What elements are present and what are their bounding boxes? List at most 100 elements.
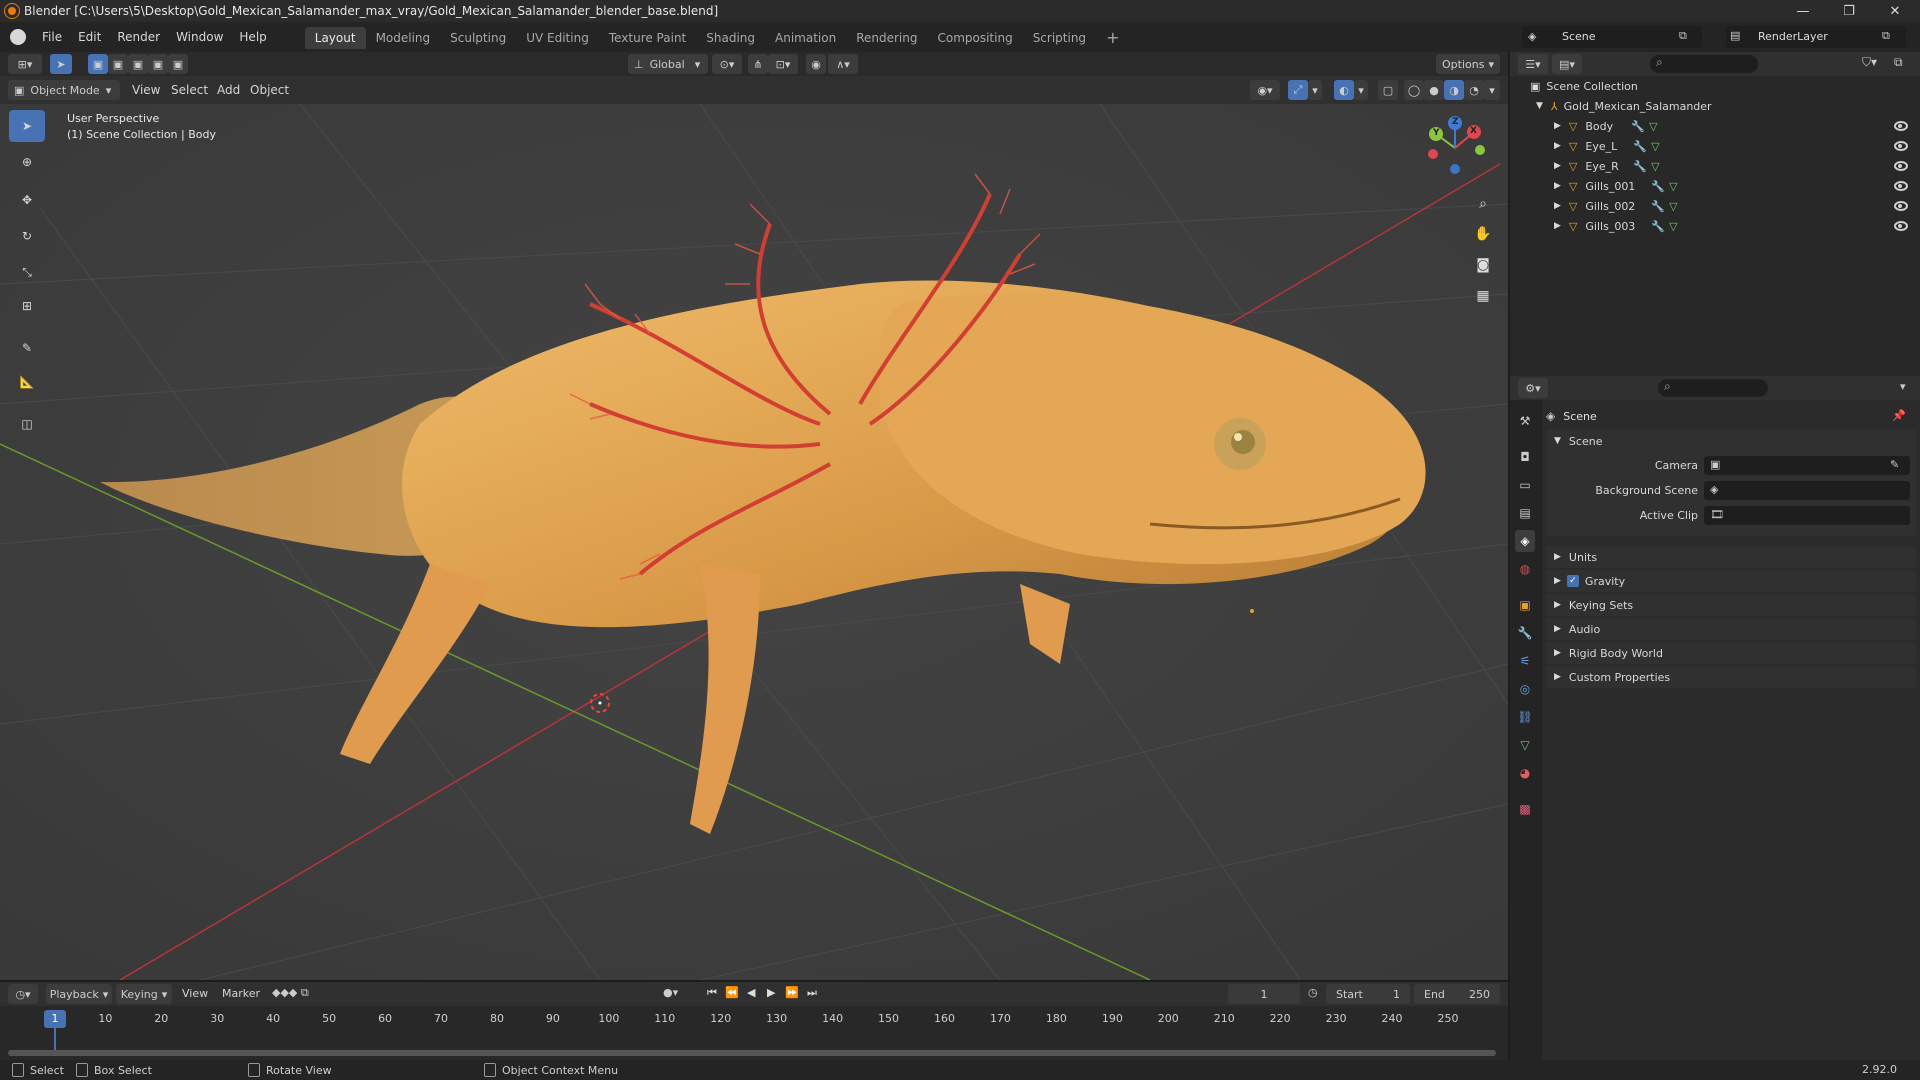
select-mode-extend-icon[interactable]: ▣ bbox=[108, 54, 128, 74]
navigation-gizmo[interactable]: X Y Z bbox=[1422, 114, 1494, 186]
end-frame-field[interactable]: End 250 bbox=[1414, 984, 1500, 1004]
mesh-data-icon[interactable]: ▽ bbox=[1669, 220, 1677, 233]
cursor-tool-icon[interactable]: ⊕ bbox=[9, 146, 45, 178]
tab-texture-paint[interactable]: Texture Paint bbox=[599, 27, 696, 49]
menu-edit[interactable]: Edit bbox=[70, 22, 109, 52]
gizmo-toggle-icon[interactable]: ⤢ bbox=[1288, 80, 1308, 100]
expand-chevron-right-icon[interactable]: ▶ bbox=[1554, 201, 1561, 211]
copy-scene-icon[interactable]: ⧉ bbox=[1679, 29, 1687, 43]
tab-scripting[interactable]: Scripting bbox=[1023, 27, 1096, 49]
select-mode-new-icon[interactable]: ▣ bbox=[88, 54, 108, 74]
tab-uv-editing[interactable]: UV Editing bbox=[516, 27, 599, 49]
play-reverse-icon[interactable]: ◀ bbox=[747, 986, 755, 999]
mesh-data-icon[interactable]: ▽ bbox=[1669, 200, 1677, 213]
data-tab-icon[interactable]: ▽ bbox=[1515, 734, 1535, 756]
play-icon[interactable]: ▶ bbox=[767, 986, 775, 999]
tab-sculpting[interactable]: Sculpting bbox=[440, 27, 516, 49]
viewport-menu-select[interactable]: Select bbox=[171, 83, 208, 97]
visibility-eye-icon[interactable] bbox=[1894, 221, 1908, 231]
modifier-wrench-icon[interactable]: 🔧 bbox=[1651, 200, 1665, 213]
menu-file[interactable]: File bbox=[34, 22, 70, 52]
keying-sets-panel-header[interactable]: ▶ Keying Sets bbox=[1546, 594, 1916, 616]
overlay-toggle-icon[interactable]: ◐ bbox=[1334, 80, 1354, 100]
add-cube-tool-icon[interactable]: ◫ bbox=[9, 408, 45, 440]
mesh-data-icon[interactable]: ▽ bbox=[1651, 140, 1659, 153]
expand-chevron-right-icon[interactable]: ▶ bbox=[1554, 181, 1561, 191]
keying-dropdown[interactable]: Keying ▾ bbox=[116, 984, 172, 1004]
rotate-tool-icon[interactable]: ↻ bbox=[9, 220, 45, 252]
outliner-editor-type-icon[interactable]: ☰▾ bbox=[1518, 54, 1548, 74]
modifier-wrench-icon[interactable]: 🔧 bbox=[1633, 160, 1647, 173]
outliner-object-eye-l[interactable]: ▶ ▽ Eye_L 🔧 ▽ bbox=[1510, 136, 1920, 156]
expand-chevron-right-icon[interactable]: ▶ bbox=[1554, 141, 1561, 151]
jump-start-icon[interactable]: ⏮ bbox=[707, 986, 717, 1000]
current-frame-field[interactable]: 1 bbox=[1228, 984, 1300, 1004]
tab-shading[interactable]: Shading bbox=[696, 27, 765, 49]
move-tool-icon[interactable]: ✥ bbox=[9, 184, 45, 216]
display-mode-icon[interactable]: ▤▾ bbox=[1552, 54, 1582, 74]
units-panel-header[interactable]: ▶ Units bbox=[1546, 546, 1916, 568]
close-icon[interactable]: ✕ bbox=[1875, 0, 1915, 22]
solid-shading-icon[interactable]: ● bbox=[1424, 80, 1444, 100]
mesh-data-icon[interactable]: ▽ bbox=[1651, 160, 1659, 173]
outliner-object-gills-001[interactable]: ▶ ▽ Gills_001 🔧 ▽ bbox=[1510, 176, 1920, 196]
tab-animation[interactable]: Animation bbox=[765, 27, 846, 49]
pivot-point-icon[interactable]: ⊙▾ bbox=[712, 54, 742, 74]
timeline-menu-view[interactable]: View bbox=[182, 987, 208, 1000]
pin-icon[interactable]: 📌 bbox=[1892, 409, 1906, 422]
expand-chevron-down-icon[interactable]: ▼ bbox=[1536, 101, 1543, 111]
jump-keyframe-back-icon[interactable]: ⏪ bbox=[725, 986, 739, 999]
tool-tab-icon[interactable]: ⚒ bbox=[1515, 410, 1535, 432]
modifier-wrench-icon[interactable]: 🔧 bbox=[1651, 220, 1665, 233]
zoom-icon[interactable]: ⌕ bbox=[1471, 196, 1495, 220]
expand-chevron-right-icon[interactable]: ▶ bbox=[1554, 221, 1561, 231]
tab-rendering[interactable]: Rendering bbox=[846, 27, 927, 49]
copy-layer-icon[interactable]: ⧉ bbox=[1882, 29, 1890, 43]
menu-render[interactable]: Render bbox=[109, 22, 168, 52]
properties-search-input[interactable] bbox=[1658, 379, 1768, 397]
scene-tab-icon[interactable]: ◈ bbox=[1515, 530, 1535, 552]
timeline-scrollbar[interactable] bbox=[8, 1050, 1496, 1056]
measure-tool-icon[interactable]: 📐 bbox=[9, 366, 45, 398]
pan-hand-icon[interactable]: ✋ bbox=[1471, 226, 1495, 250]
world-tab-icon[interactable]: ◍ bbox=[1515, 558, 1535, 580]
select-tool-icon[interactable]: ➤ bbox=[50, 54, 72, 74]
menu-window[interactable]: Window bbox=[168, 22, 231, 52]
scale-tool-icon[interactable]: ⤡ bbox=[9, 256, 45, 288]
camera-field[interactable]: ▣ ✎ bbox=[1704, 456, 1910, 475]
visibility-eye-icon[interactable] bbox=[1894, 141, 1908, 151]
visibility-eye-icon[interactable] bbox=[1894, 161, 1908, 171]
keyframe-icons[interactable]: ◆◆◆ ⧉ bbox=[272, 986, 309, 1000]
modifier-tab-icon[interactable]: 🔧 bbox=[1515, 622, 1535, 644]
preview-range-icon[interactable]: ◷ bbox=[1308, 986, 1318, 999]
jump-keyframe-forward-icon[interactable]: ⏩ bbox=[785, 986, 799, 999]
rigid-body-world-panel-header[interactable]: ▶ Rigid Body World bbox=[1546, 642, 1916, 664]
blender-menu-icon[interactable] bbox=[10, 29, 26, 45]
audio-panel-header[interactable]: ▶ Audio bbox=[1546, 618, 1916, 640]
object-mode-dropdown[interactable]: ▣ Object Mode ▾ bbox=[8, 80, 120, 100]
viewport-menu-object[interactable]: Object bbox=[250, 83, 289, 97]
particles-tab-icon[interactable]: ⚟ bbox=[1515, 650, 1535, 672]
render-layer-selector[interactable]: ▤ RenderLayer ⧉ bbox=[1726, 26, 1906, 48]
editor-type-icon[interactable]: ⊞▾ bbox=[8, 54, 42, 74]
gravity-checkbox[interactable]: ✓ bbox=[1566, 575, 1579, 587]
modifier-wrench-icon[interactable]: 🔧 bbox=[1631, 120, 1645, 133]
custom-properties-panel-header[interactable]: ▶ Custom Properties bbox=[1546, 666, 1916, 688]
shading-dropdown-icon[interactable]: ▾ bbox=[1484, 80, 1500, 100]
select-mode-intersect-icon[interactable]: ▣ bbox=[168, 54, 188, 74]
viewport-menu-view[interactable]: View bbox=[132, 83, 160, 97]
eyedropper-icon[interactable]: ✎ bbox=[1890, 458, 1899, 471]
output-tab-icon[interactable]: ▭ bbox=[1515, 474, 1535, 496]
mesh-data-icon[interactable]: ▽ bbox=[1649, 120, 1657, 133]
tab-modeling[interactable]: Modeling bbox=[366, 27, 441, 49]
outliner-object-gills-002[interactable]: ▶ ▽ Gills_002 🔧 ▽ bbox=[1510, 196, 1920, 216]
visibility-eye-icon[interactable] bbox=[1894, 181, 1908, 191]
camera-view-icon[interactable]: ◙ bbox=[1471, 257, 1495, 281]
3d-viewport[interactable]: User Perspective (1) Scene Collection | … bbox=[0, 104, 1508, 980]
ortho-toggle-icon[interactable]: ▦ bbox=[1471, 288, 1495, 312]
transform-tool-icon[interactable]: ⊞ bbox=[9, 290, 45, 322]
snap-toggle-icon[interactable]: ⋔ bbox=[748, 54, 768, 74]
new-collection-icon[interactable]: ⧉ bbox=[1894, 55, 1903, 70]
timeline-menu-marker[interactable]: Marker bbox=[222, 987, 260, 1000]
options-dropdown[interactable]: Options ▾ bbox=[1436, 54, 1500, 74]
